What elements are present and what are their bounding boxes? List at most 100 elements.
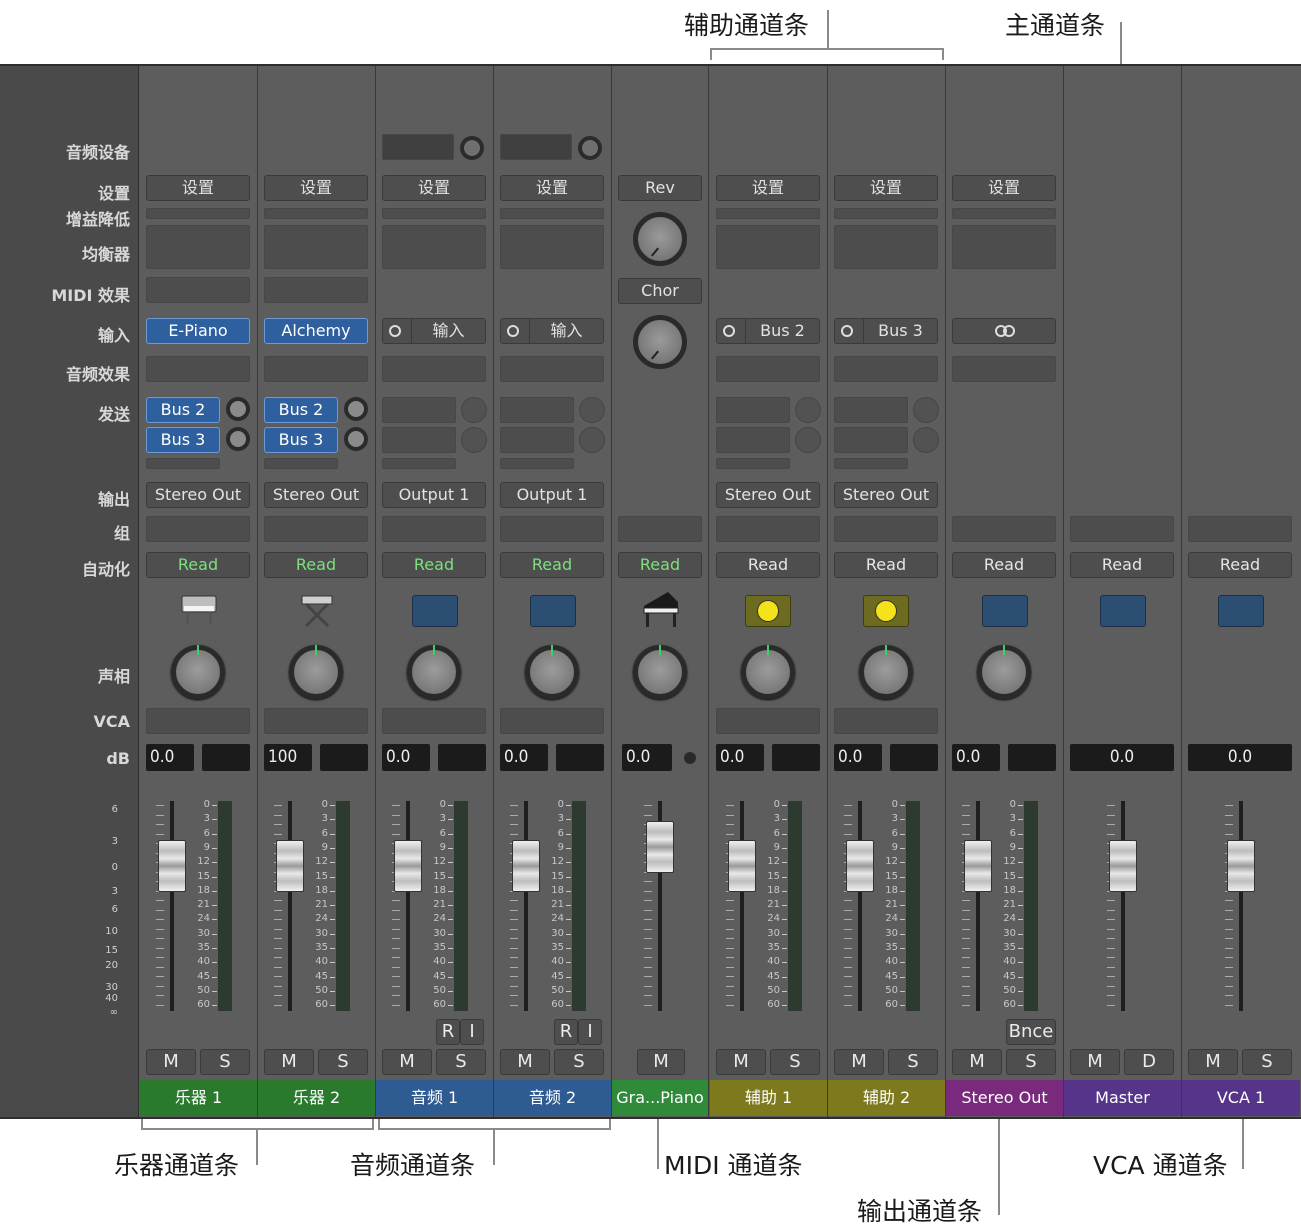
fader-tick: [726, 928, 734, 930]
fader-scale-label: 40: [105, 993, 118, 1004]
meter-scale-label: 3: [188, 813, 217, 824]
callout-output-line: [998, 1119, 1000, 1215]
meter-scale-label: 35: [306, 942, 335, 953]
fader-tick: [726, 909, 734, 911]
callout-main-strip: 主通道条: [1005, 11, 1106, 40]
fader-tick: [844, 900, 852, 901]
channel-name-bar[interactable]: 乐器 1: [140, 1080, 257, 1116]
mute-button[interactable]: M: [834, 1049, 884, 1075]
fader-tick: [1225, 833, 1233, 835]
callout-midi-line: [657, 1119, 659, 1169]
fader-tick: [274, 947, 282, 949]
meter-scale-label: 35: [542, 942, 571, 953]
volume-fader[interactable]: [512, 840, 540, 892]
dim-button[interactable]: D: [1124, 1049, 1174, 1075]
fader-tick: [1225, 966, 1233, 968]
fader-tick: [962, 919, 970, 920]
meter-scale-label: 35: [424, 942, 453, 953]
channel-name-bar[interactable]: Master: [1064, 1080, 1181, 1116]
fader-tick: [156, 985, 164, 987]
volume-fader[interactable]: [728, 840, 756, 892]
volume-fader[interactable]: [964, 840, 992, 892]
meter-scale-label: 21: [424, 899, 453, 910]
fader-tick: [1107, 995, 1115, 996]
mute-button[interactable]: M: [146, 1049, 196, 1075]
fader-tick: [274, 1004, 282, 1006]
fader-tick: [1107, 966, 1115, 968]
channel-name-bar[interactable]: 辅助 2: [828, 1080, 945, 1116]
mute-button[interactable]: M: [1188, 1049, 1238, 1075]
fader-tick: [274, 909, 282, 911]
fader-tick: [156, 966, 164, 968]
mute-button[interactable]: M: [637, 1049, 685, 1075]
fader-tick: [510, 985, 518, 987]
fader-tick: [726, 814, 734, 816]
channel-name-bar[interactable]: 辅助 1: [710, 1080, 827, 1116]
fader-tick: [644, 947, 652, 949]
channel-name-bar[interactable]: 音频 2: [494, 1080, 611, 1116]
meter-scale-label: 18: [188, 885, 217, 896]
fader-tick: [844, 938, 852, 939]
meter-scale-label: 40: [424, 956, 453, 967]
volume-fader[interactable]: [1227, 840, 1255, 892]
volume-fader[interactable]: [646, 821, 674, 873]
meter-scale-label: 6: [994, 828, 1023, 839]
callout-aux-bracket: [710, 48, 944, 50]
meter-scale-label: 12: [876, 856, 905, 867]
volume-fader[interactable]: [1109, 840, 1137, 892]
meter-scale-label: 40: [876, 956, 905, 967]
solo-button[interactable]: S: [436, 1049, 486, 1075]
mixer-window: 音频设备 设置 增益降低 均衡器 MIDI 效果 输入 音频效果 发送 输出 组…: [0, 64, 1301, 1119]
solo-button[interactable]: S: [554, 1049, 604, 1075]
callout-aux-strips: 辅助通道条: [684, 11, 810, 40]
mute-button[interactable]: M: [500, 1049, 550, 1075]
solo-button[interactable]: S: [1242, 1049, 1292, 1075]
meter-scale-label: 6: [424, 828, 453, 839]
fader-tick: [392, 957, 400, 958]
meter-scale-label: 9: [424, 842, 453, 853]
fader-scale-label: ∞: [109, 1007, 118, 1018]
channel-name-bar[interactable]: Gra...Piano: [612, 1080, 708, 1116]
fader-tick: [644, 909, 652, 911]
fader-tick: [962, 805, 970, 806]
fader-tick: [1107, 833, 1115, 835]
fader-tick: [726, 833, 734, 835]
volume-fader[interactable]: [276, 840, 304, 892]
solo-button[interactable]: S: [318, 1049, 368, 1075]
mute-button[interactable]: M: [716, 1049, 766, 1075]
channel-name-bar[interactable]: Stereo Out: [946, 1080, 1063, 1116]
fader-scale-label: 6: [111, 804, 118, 815]
callout-vca-strip: VCA 通道条: [1093, 1151, 1228, 1180]
volume-fader[interactable]: [394, 840, 422, 892]
solo-button[interactable]: S: [888, 1049, 938, 1075]
meter-scale-label: 15: [542, 871, 571, 882]
meter-scale-label: 21: [306, 899, 335, 910]
mute-button[interactable]: M: [1070, 1049, 1120, 1075]
solo-button[interactable]: S: [770, 1049, 820, 1075]
callout-main-line: [1120, 22, 1122, 64]
fader-tick: [392, 985, 400, 987]
fader-tick: [644, 805, 652, 806]
mute-button[interactable]: M: [952, 1049, 1002, 1075]
mute-button[interactable]: M: [264, 1049, 314, 1075]
fader-tick: [726, 1004, 734, 1006]
fader-tick: [274, 919, 282, 920]
meter-scale-label: 60: [758, 999, 787, 1010]
fader-tick: [1107, 805, 1115, 806]
meter-scale-label: 18: [994, 885, 1023, 896]
volume-fader[interactable]: [846, 840, 874, 892]
channel-name-bar[interactable]: 乐器 2: [258, 1080, 375, 1116]
mute-button[interactable]: M: [382, 1049, 432, 1075]
meter-scale-label: 45: [188, 971, 217, 982]
channel-name-bar[interactable]: 音频 1: [376, 1080, 493, 1116]
solo-button[interactable]: S: [200, 1049, 250, 1075]
meter-scale-label: 50: [424, 985, 453, 996]
solo-button[interactable]: S: [1006, 1049, 1056, 1075]
callout-output-strip: 输出通道条: [857, 1197, 983, 1226]
fader-tick: [844, 814, 852, 816]
fader-tick: [644, 814, 652, 816]
volume-fader[interactable]: [158, 840, 186, 892]
channel-name-bar[interactable]: VCA 1: [1182, 1080, 1300, 1116]
fader-tick: [1225, 900, 1233, 901]
level-meter: [218, 801, 232, 1011]
